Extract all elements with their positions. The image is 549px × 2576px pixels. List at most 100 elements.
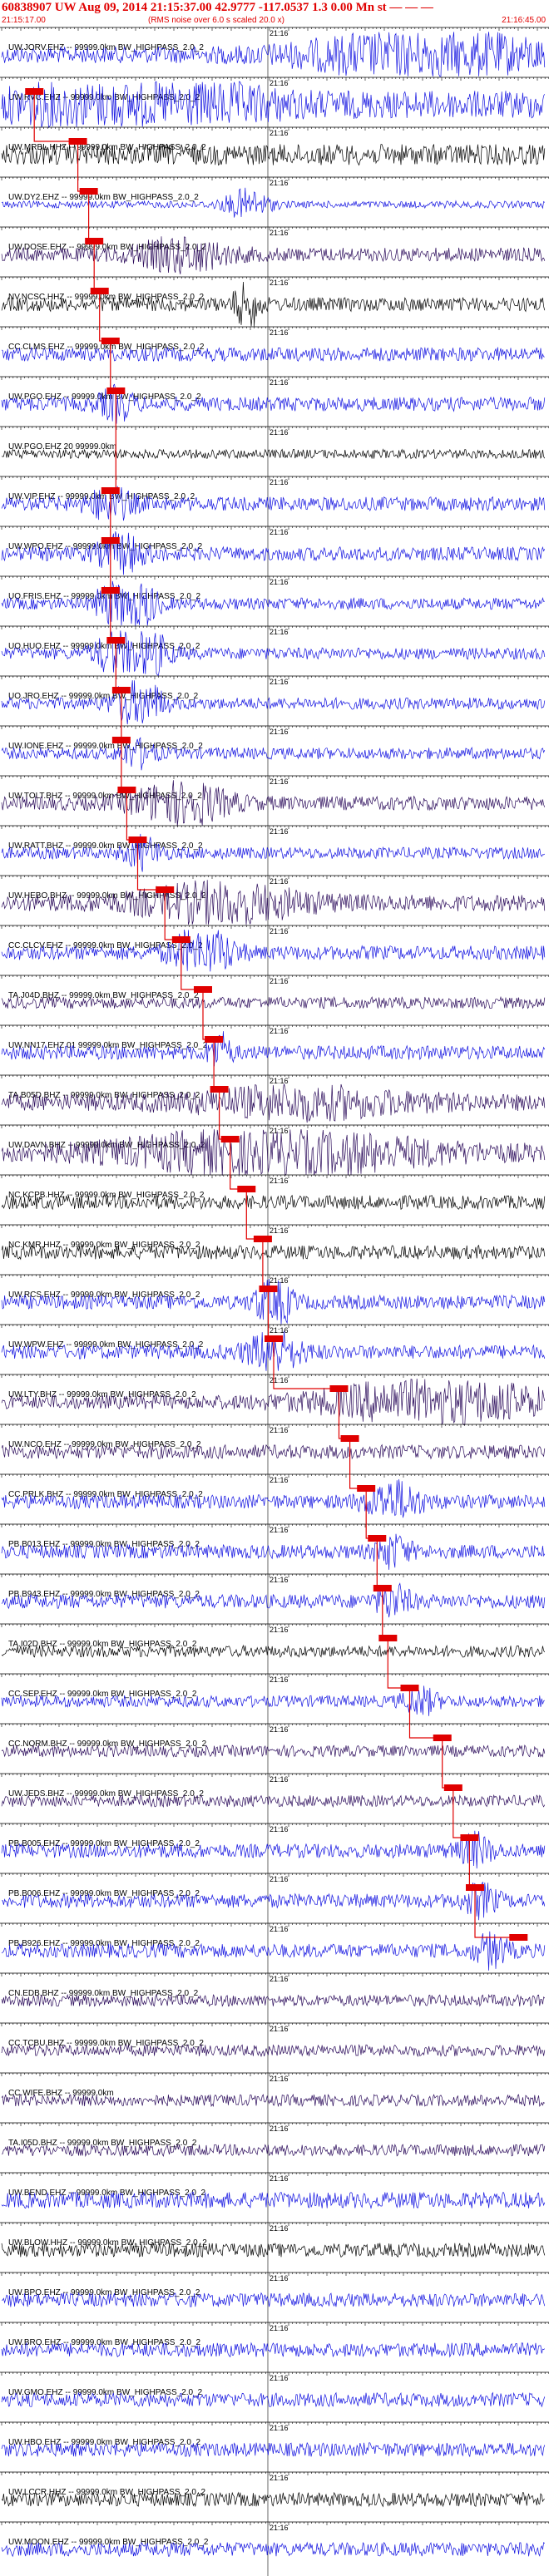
trace-23: 21:16NC.KCPB.HHZ -- 99999.0km BW_HIGHPAS… [0,1174,549,1211]
trace-label: UW.LCCR.HHZ -- 99999.0km BW_HIGHPASS_2.0… [8,2488,206,2497]
page-title: 60838907 UW Aug 09, 2014 21:15:37.00 42.… [2,1,433,14]
trace-46: 21:16 UW.BRO.EHZ -- 99999.0km BW_HIGHPASS… [0,2322,549,2358]
minute-mark-label: 21:16 [270,328,289,337]
waveform [1,2093,546,2108]
trace-32: 21:16TA.I02D.BHZ -- 99999.0km BW_HIGHPAS… [0,1623,549,1658]
minute-mark-label: 21:16 [270,2174,289,2183]
trace-label: UW.PGO.EHZ 20 99999.0km [8,442,116,452]
start-time-label: 21:15:17.00 [2,16,46,25]
trace-9: 21:16UW.VIP.EHZ -- 99999.0km BW_HIGHPASS… [0,476,549,521]
trace-50: 21:16UW.MOON.EHZ -- 99999.0km BW_HIGHPAS… [0,2521,549,2558]
trace-31: 21:16PB.B943.EHZ -- 99999.0km BW_HIGHPAS… [0,1573,549,1618]
minute-mark-label: 21:16 [270,1875,289,1883]
trace-25: 21:16 UW.RCS.EHZ -- 99999.0km BW_HIGHPASS… [0,1274,549,1325]
minute-mark-label: 21:16 [270,2474,289,2482]
trace-35: 21:16UW.JEDS.BHZ -- 99999.0km BW_HIGHPAS… [0,1773,549,1809]
waveform [1,281,546,327]
trace-3: 21:16 UW.DY2.EHZ -- 99999.0km BW_HIGHPASS… [0,176,549,218]
minute-mark-label: 21:16 [270,279,289,287]
minute-mark-label: 21:16 [270,1675,289,1684]
noise-scale-note: (RMS noise over 6.0 s scaled 20.0 x) [148,16,284,25]
minute-mark-label: 21:16 [270,578,289,586]
trace-label: UW.BLOW.HHZ -- 99999.0km BW_HIGHPASS_2.0… [8,2238,207,2248]
end-time-label: 21:16:45.00 [502,16,546,25]
trace-43: 21:16 UW.BEND.EHZ -- 99999.0km BW_HIGHPAS… [0,2172,549,2209]
waveform [1,680,546,725]
trace-label: CC.WIFE.BHZ -- 99999.0km [8,2089,114,2098]
minute-mark-label: 21:16 [270,1027,289,1035]
minute-mark-label: 21:16 [270,628,289,636]
waveform [1,1582,546,1618]
minute-mark-label: 21:16 [270,2324,289,2332]
waveform [1,580,545,627]
minute-mark-label: 21:16 [270,1077,289,1085]
waveform [1,880,546,925]
waveform [1,81,546,129]
minute-mark-label: 21:16 [270,678,289,686]
minute-mark-label: 21:16 [270,2025,289,2033]
trace-34: 21:16 CC.NORM.BHZ -- 99999.0km BW_HIGHPAS… [0,1723,549,1759]
minute-mark-label: 21:16 [270,927,289,935]
minute-mark-label: 21:16 [270,827,289,836]
trace-11: 21:16UO.FRIS.EHZ -- 99999.0km BW_HIGHPAS… [0,575,549,627]
trace-22: 21:16UW.DAVN.BHZ -- 99999.0km BW_HIGHPAS… [0,1124,549,1177]
trace-45: 21:16UW.BPO.EHZ -- 99999.0km BW_HIGHPASS… [0,2272,549,2308]
minute-mark-label: 21:16 [270,2374,289,2382]
waveform [1,1129,546,1177]
trace-label: UW.DY2.EHZ -- 99999.0km BW_HIGHPASS_2.0_… [8,193,199,202]
minute-mark-label: 21:16 [270,1626,289,1634]
trace-26: 21:16 UW.WPW.EHZ -- 99999.0km BW_HIGHPASS… [0,1324,549,1371]
minute-mark-label: 21:16 [270,2224,289,2233]
minute-mark-label: 21:16 [270,777,289,786]
trace-41: 21:16 CC.WIFE.BHZ -- 99999.0km [0,2072,549,2108]
minute-mark-label: 21:16 [270,2524,289,2532]
waveform [1,833,545,872]
trace-49: 21:16 UW.LCCR.HHZ -- 99999.0km BW_HIGHPAS… [0,2471,549,2508]
trace-21: 21:16TA.B05D.BHZ -- 99999.0km BW_HIGHPAS… [0,1074,549,1123]
trace-label: UW.JORV.EHZ -- 99999.0km BW_HIGHPASS_2.0… [8,43,204,52]
trace-30: 21:16 PB.B013.EHZ -- 99999.0km BW_HIGHPAS… [0,1523,549,1570]
trace-29: 21:16 CC.PRLK.BHZ -- 99999.0km BW_HIGHPAS… [0,1473,549,1518]
minute-mark-label: 21:16 [270,378,289,387]
trace-12: 21:16 UO.HUO.EHZ -- 99999.0km BW_HIGHPASS… [0,625,549,676]
trace-label: UW.BRO.EHZ -- 99999.0km BW_HIGHPASS_2.0_… [8,2338,200,2347]
trace-4: 21:16UW.DOSE.EHZ -- 99999.0km BW_HIGHPAS… [0,226,549,274]
minute-mark-label: 21:16 [270,2424,289,2432]
minute-mark-label: 21:16 [270,129,289,137]
minute-mark-label: 21:16 [270,1576,289,1584]
waveform [1,1083,546,1123]
minute-mark-label: 21:16 [270,1476,289,1484]
trace-label: UW.MRBL.HHZ -- 99999.0km BW_HIGHPASS_2.0… [8,143,206,152]
trace-label: CC.TCBU.BHZ -- 99999.0km BW_HIGHPASS_2.0… [8,2039,204,2048]
trace-20: 21:16 UW.NN17.EHZ 01 99999.0km BW_HIGHPAS… [0,1024,549,1067]
minute-mark-label: 21:16 [270,1276,289,1285]
waveform [1,531,546,575]
trace-label: UW.BEND.EHZ -- 99999.0km BW_HIGHPASS_2.0… [8,2189,206,2198]
trace-0: 21:16 UW.JORV.EHZ -- 99999.0km BW_HIGHPAS… [0,27,549,77]
minute-mark-label: 21:16 [270,1376,289,1384]
minute-mark-label: 21:16 [270,1975,289,1983]
trace-14: 21:16UW.IONE.EHZ -- 99999.0km BW_HIGHPAS… [0,725,549,771]
trace-40: 21:16 CC.TCBU.BHZ -- 99999.0km BW_HIGHPAS… [0,2022,549,2058]
waveform [1,630,546,676]
trace-5: 21:16NV.NCSC.HHZ -- 99999.0km BW_HIGHPAS… [0,276,549,327]
minute-mark-label: 21:16 [270,1925,289,1933]
minute-mark-label: 21:16 [270,1725,289,1734]
trace-48: 21:16 UW.HBO.EHZ -- 99999.0km BW_HIGHPASS… [0,2421,549,2458]
minute-mark-label: 21:16 [270,2274,289,2282]
trace-17: 21:16UW.HEBO.BHZ -- 99999.0km BW_HIGHPAS… [0,875,549,925]
trace-15: 21:16UW.TOLT.BHZ -- 99999.0km BW_HIGHPAS… [0,775,549,827]
minute-mark-label: 21:16 [270,728,289,736]
trace-label: CC.NORM.BHZ -- 99999.0km BW_HIGHPASS_2.0… [8,1740,207,1749]
trace-37: 21:16PB.B006.EHZ -- 99999.0km BW_HIGHPAS… [0,1873,549,1921]
trace-42: 21:16 TA.I05D.BHZ -- 99999.0km BW_HIGHPAS… [0,2122,549,2158]
minute-mark-label: 21:16 [270,1426,289,1434]
waveform [1,486,546,521]
trace-label: UW.RCS.EHZ -- 99999.0km BW_HIGHPASS_2.0_… [8,1290,200,1300]
minute-mark-label: 21:16 [270,528,289,536]
trace-label: TA.J04D.BHZ -- 99999.0km BW_HIGHPASS_2.0… [8,991,199,1000]
trace-1: 21:16UW.RVC.EHZ -- 99999.0km BW_HIGHPASS… [0,76,549,129]
trace-18: 21:16CC.CLCV.EHZ -- 99999.0km BW_HIGHPAS… [0,925,549,972]
trace-8: 21:16 UW.PGO.EHZ 20 99999.0km [0,426,549,460]
waveform [1,929,546,972]
